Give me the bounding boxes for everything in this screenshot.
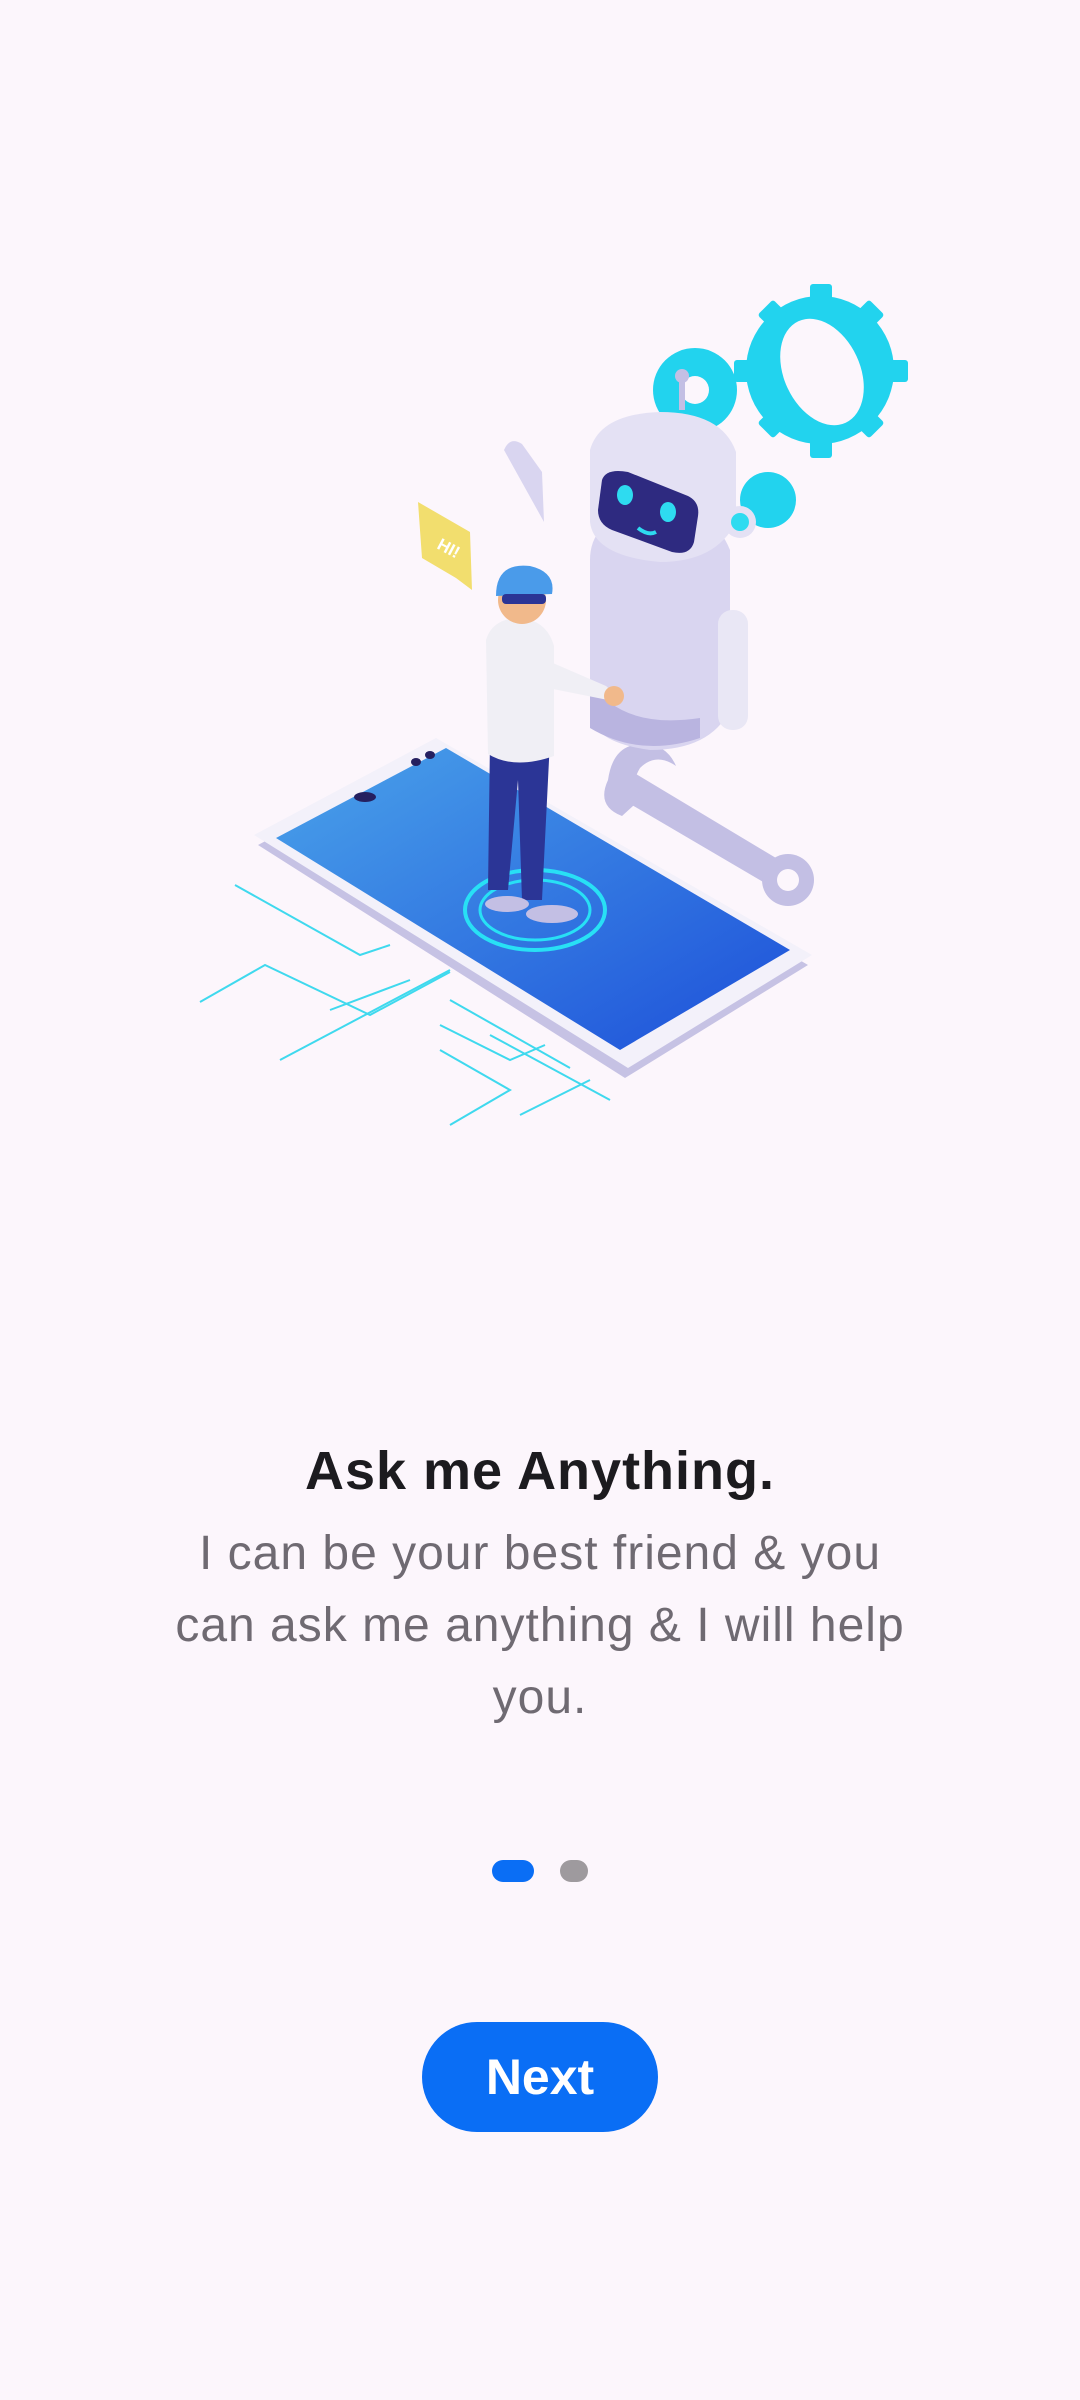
onboarding-title: Ask me Anything. [304, 1441, 776, 1501]
page-indicator [0, 1860, 1080, 1882]
robot-chat-illustration: HI! [199, 284, 908, 1126]
gear-icon [734, 284, 908, 458]
page-indicator-dot [560, 1860, 588, 1882]
page-indicator-dot-active [492, 1860, 534, 1882]
onboarding-screen: HI! Ask me Anything. I can be your best … [0, 0, 1080, 2400]
speech-bubble-icon: HI! [418, 502, 472, 590]
next-button[interactable]: Next [422, 2022, 658, 2132]
onboarding-description: I can be your best friend & you can ask … [175, 1527, 905, 1724]
